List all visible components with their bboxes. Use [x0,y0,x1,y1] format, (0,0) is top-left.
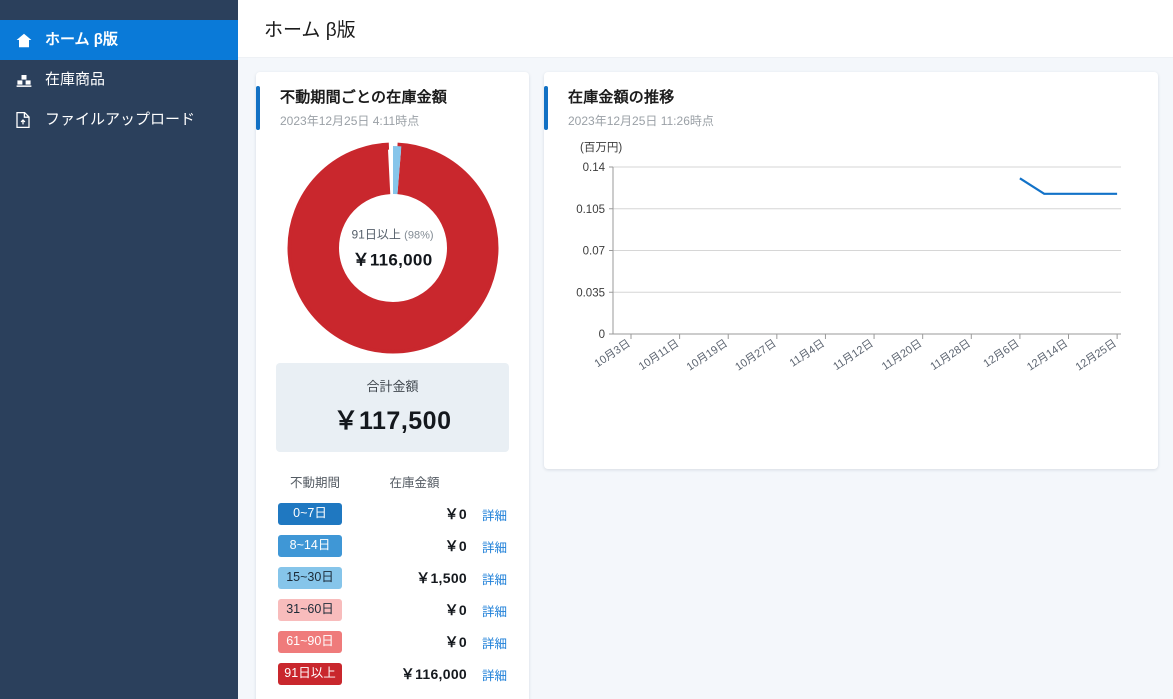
right-card-timestamp: 2023年12月25日 11:26時点 [568,114,714,128]
left-card-title: 不動期間ごとの在庫金額 [280,89,448,106]
detail-link[interactable]: 詳細 [477,601,507,620]
file-upload-icon [16,112,38,128]
topbar: ホーム β版 [238,0,1173,58]
donut-chart-svg [287,142,498,354]
row-amount: ￥116,000 [400,666,467,682]
row-amount: ￥1,500 [416,570,467,586]
detail-link[interactable]: 詳細 [477,665,507,684]
y-tick-label: 0.105 [576,204,605,216]
x-tick-label: 11月28日 [928,338,973,373]
table-row[interactable]: 8~14日 ￥0 詳細 [264,530,521,562]
y-axis-unit-label: (百万円) [580,142,623,154]
row-amount: ￥0 [444,602,467,618]
x-tick-label: 12月6日 [981,338,1021,371]
x-tick-label: 11月12日 [831,338,876,373]
age-breakdown-header-row: 不動期間 在庫金額 [264,472,521,498]
app-root: ホーム β版 在庫商品 ファイルアップロード ホーム β版 不動期間ごとの在庫金… [0,0,1173,699]
table-row[interactable]: 91日以上 ￥116,000 詳細 [264,658,521,690]
sidebar-item-home-label: ホーム β版 [45,31,118,48]
y-tick-label: 0 [599,329,605,341]
detail-link[interactable]: 詳細 [477,505,507,524]
line-chart-container[interactable]: (百万円) 0 0.035 0.07 0.105 0.14 10月3日 10月11日 10月… [544,137,1158,373]
column-header-period: 不動期間 [289,476,340,490]
x-tick-label: 10月11日 [637,338,682,373]
card-accent-bar-right [544,86,548,130]
total-amount-value: ￥117,500 [333,407,452,435]
warehouse-icon [16,73,38,88]
chart-gridlines [613,166,1121,293]
table-row[interactable]: 0~7日 ￥0 詳細 [264,498,521,530]
main-area: ホーム β版 不動期間ごとの在庫金額 2023年12月25日 4:11時点 91… [238,0,1173,699]
right-card-header: 在庫金額の推移 2023年12月25日 11:26時点 [544,72,1158,137]
status-badge: 61~90日 [278,631,342,653]
table-row[interactable]: 31~60日 ￥0 詳細 [264,594,521,626]
x-tick-label: 12月14日 [1025,338,1070,373]
sidebar-item-inventory[interactable]: 在庫商品 [0,60,238,100]
x-tick-label: 12月25日 [1074,338,1119,373]
inventory-trend-line-chart[interactable]: 0 0.035 0.07 0.105 0.14 10月3日 10月11日 10月19日 10月… [558,143,1143,373]
right-card-title: 在庫金額の推移 [568,89,675,106]
sidebar: ホーム β版 在庫商品 ファイルアップロード [0,0,238,699]
status-badge: 15~30日 [278,567,342,589]
y-tick-label: 0.14 [583,162,606,174]
age-breakdown-table: 不動期間 在庫金額 0~7日 ￥0 詳細 8~14日 ￥0 詳細 15~30日 … [264,472,521,690]
detail-link[interactable]: 詳細 [477,537,507,556]
inventory-by-age-card: 不動期間ごとの在庫金額 2023年12月25日 4:11時点 91日以上 (98… [256,72,529,699]
left-card-timestamp: 2023年12月25日 4:11時点 [280,114,420,128]
home-icon [16,33,38,48]
table-row[interactable]: 61~90日 ￥0 詳細 [264,626,521,658]
sidebar-item-inventory-label: 在庫商品 [45,71,106,88]
page-title: ホーム β版 [264,20,356,41]
x-tick-label: 11月20日 [880,338,925,373]
sidebar-item-file-upload[interactable]: ファイルアップロード [0,100,238,140]
card-accent-bar-left [256,86,260,130]
x-tick-label: 10月19日 [685,338,730,373]
x-tick-label: 10月27日 [733,338,778,373]
chart-x-axis-ticks: 10月3日 10月11日 10月19日 10月27日 11月4日 11月12日 11月20日… [593,334,1119,373]
content-area: 不動期間ごとの在庫金額 2023年12月25日 4:11時点 91日以上 (98… [238,58,1173,699]
x-tick-label: 10月3日 [593,338,633,371]
total-amount-label: 合計金額 [366,379,419,394]
detail-link[interactable]: 詳細 [477,569,507,588]
inventory-trend-card: 在庫金額の推移 2023年12月25日 11:26時点 (百万円) 0 0.035… [544,72,1158,469]
column-header-amount: 在庫金額 [389,476,440,490]
status-badge: 8~14日 [278,535,342,557]
series-line-inventory [1019,177,1118,195]
row-amount: ￥0 [444,538,467,554]
status-badge: 0~7日 [278,503,342,525]
row-amount: ￥0 [444,634,467,650]
status-badge: 91日以上 [278,663,342,685]
detail-link[interactable]: 詳細 [477,633,507,652]
chart-y-axis-ticks: 0 0.035 0.07 0.105 0.14 [576,162,613,341]
donut-chart[interactable]: 91日以上 (98%) ￥116,000 [256,139,529,357]
table-row[interactable]: 15~30日 ￥1,500 詳細 [264,562,521,594]
total-amount-box: 合計金額 ￥117,500 [276,363,509,452]
row-amount: ￥0 [444,506,467,522]
y-tick-label: 0.07 [583,246,605,258]
status-badge: 31~60日 [278,599,342,621]
sidebar-item-home[interactable]: ホーム β版 [0,20,238,60]
y-tick-label: 0.035 [576,287,605,299]
sidebar-item-file-upload-label: ファイルアップロード [45,111,196,128]
x-tick-label: 11月4日 [788,338,827,370]
left-card-header: 不動期間ごとの在庫金額 2023年12月25日 4:11時点 [256,72,529,137]
